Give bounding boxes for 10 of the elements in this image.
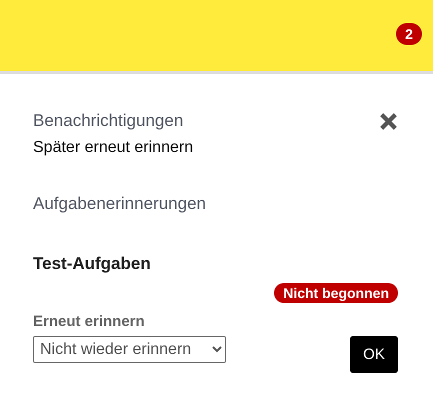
panel-title: Benachrichtigungen	[33, 111, 184, 131]
close-icon[interactable]	[380, 112, 397, 130]
task-title: Test-Aufgaben	[33, 254, 152, 274]
section-heading: Aufgabenerinnerungen	[33, 194, 207, 214]
ok-button[interactable]: OK	[350, 336, 398, 373]
remind-label: Erneut erinnern	[33, 313, 146, 330]
remind-dropdown[interactable]: Nicht wieder erinnern	[33, 336, 226, 363]
panel-subtitle: Später erneut erinnern	[33, 139, 194, 157]
notification-count-badge: 2	[396, 22, 422, 44]
task-status-badge: Nicht begonnen	[274, 283, 398, 303]
